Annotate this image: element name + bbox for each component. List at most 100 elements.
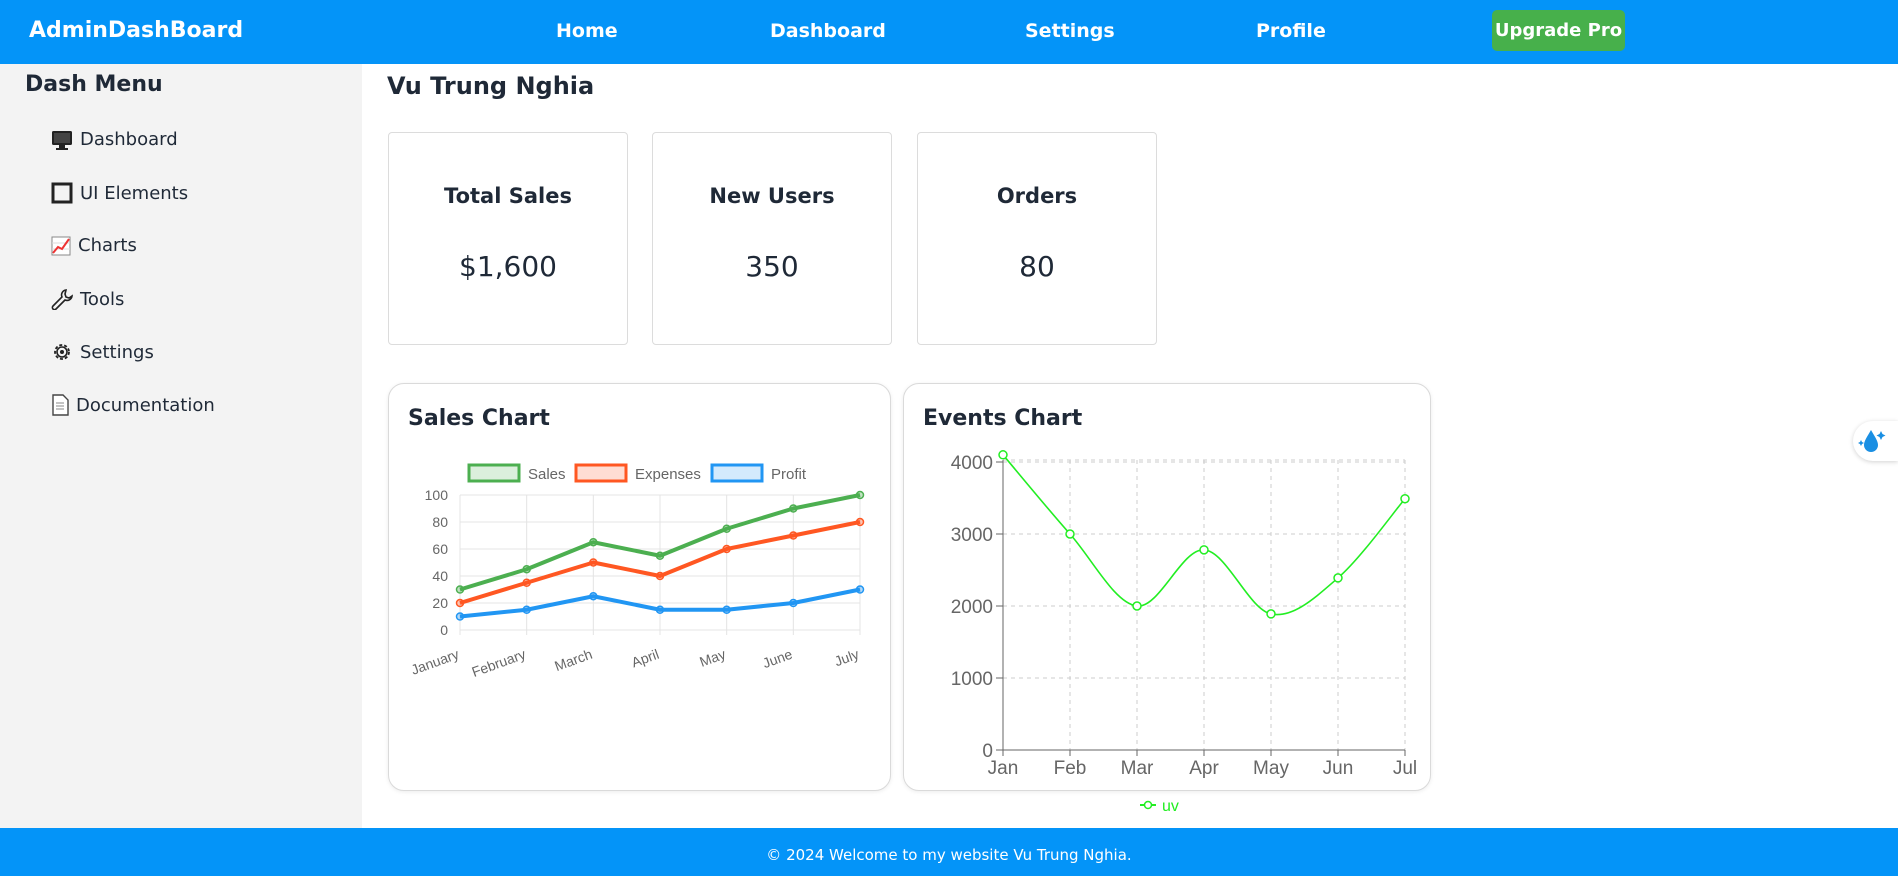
brand-logo[interactable]: AdminDashBoard (29, 18, 243, 43)
y-tick-label: 4000 (951, 453, 993, 474)
data-point (998, 450, 1008, 460)
chart-icon (51, 236, 71, 256)
sidebar-title: Dash Menu (25, 72, 163, 97)
x-tick-label: February (470, 646, 528, 680)
data-point (522, 605, 531, 614)
sidebar-item-settings[interactable]: Settings (51, 341, 154, 363)
legend-swatch (467, 463, 521, 483)
x-tick-label: May (697, 646, 727, 670)
data-point (722, 524, 731, 533)
nav-settings[interactable]: Settings (1025, 20, 1115, 42)
stat-value: 80 (1019, 250, 1055, 283)
page-title: Vu Trung Nghia (387, 72, 595, 100)
sidebar-item-tools[interactable]: Tools (51, 288, 124, 310)
sidebar-item-ui-elements[interactable]: UI Elements (51, 182, 188, 204)
x-tick-label: Feb (1054, 758, 1087, 779)
x-tick-label: May (1253, 758, 1289, 779)
x-tick-label: March (552, 646, 594, 674)
top-navbar: AdminDashBoard Home Dashboard Settings P… (0, 0, 1898, 64)
y-tick-label: 60 (432, 541, 448, 557)
data-point (722, 605, 731, 614)
nav-home[interactable]: Home (556, 20, 618, 42)
upgrade-pro-button[interactable]: Upgrade Pro (1492, 10, 1625, 51)
sidebar-item-label: Dashboard (80, 129, 178, 150)
gear-icon (51, 341, 73, 363)
stat-title: Total Sales (444, 184, 572, 208)
sidebar-item-documentation[interactable]: Documentation (51, 394, 215, 416)
legend-label: Expenses (635, 466, 701, 483)
nav-dashboard[interactable]: Dashboard (770, 20, 886, 42)
data-point (1400, 493, 1410, 504)
square-icon (51, 182, 73, 204)
data-point (522, 578, 531, 587)
y-tick-label: 20 (432, 595, 448, 611)
data-point (789, 598, 798, 608)
stat-title: New Users (709, 184, 835, 208)
x-tick-label: July (832, 646, 861, 670)
sales-chart-card: Sales Chart 0 20 40 60 80 100 January February M… (388, 383, 891, 791)
data-point (455, 598, 465, 608)
y-tick-label: 100 (425, 487, 449, 503)
y-tick-label: 80 (432, 514, 448, 530)
data-point (589, 538, 598, 547)
x-tick-label: June (760, 646, 794, 671)
sidebar-item-label: Tools (80, 288, 125, 310)
data-point (1333, 573, 1343, 583)
data-point (789, 531, 798, 540)
data-point (655, 551, 665, 560)
data-point (589, 558, 598, 567)
x-tick-label: Mar (1121, 758, 1154, 779)
x-tick-label: April (629, 646, 661, 671)
data-point (589, 592, 598, 601)
document-icon (51, 394, 69, 416)
data-point (1065, 529, 1075, 539)
sidebar-item-dashboard[interactable]: Dashboard (51, 129, 178, 150)
stat-card-new-users: New Users 350 (652, 132, 892, 345)
y-tick-label: 40 (432, 568, 448, 584)
data-point (1266, 609, 1276, 619)
sidebar-item-label: Documentation (76, 394, 215, 416)
data-point (1132, 601, 1142, 611)
legend-label: uv (1162, 798, 1179, 815)
stat-value: $1,600 (459, 250, 557, 283)
y-tick-label: 3000 (951, 525, 993, 546)
data-point (455, 585, 465, 594)
data-point (855, 490, 865, 500)
data-point (655, 571, 665, 581)
sidebar-item-charts[interactable]: Charts (51, 235, 137, 256)
y-tick-label: 1000 (951, 669, 993, 690)
sidebar-item-label: UI Elements (80, 182, 189, 204)
data-point (855, 585, 865, 594)
sidebar-item-label: Settings (80, 341, 154, 363)
floating-widget-button[interactable] (1853, 421, 1898, 461)
sidebar-item-label: Charts (78, 235, 137, 256)
footer-text: © 2024 Welcome to my website Vu Trung Ng… (766, 846, 1132, 864)
droplet-sparkle-icon (1853, 430, 1898, 465)
x-tick-label: Jan (988, 758, 1019, 779)
legend-label: Profit (771, 466, 807, 483)
monitor-icon (51, 130, 73, 150)
data-point (522, 565, 531, 574)
legend-swatch (574, 463, 628, 483)
stat-card-orders: Orders 80 (917, 132, 1157, 345)
y-tick-label: 0 (440, 622, 448, 638)
stat-title: Orders (996, 184, 1078, 208)
data-point (855, 517, 865, 527)
legend-marker (1143, 800, 1153, 810)
x-tick-label: Jun (1323, 758, 1354, 779)
legend-swatch (710, 463, 764, 483)
data-point (1199, 545, 1209, 555)
sidebar: Dash Menu Dashboard UI Elements Charts T… (0, 64, 362, 828)
stat-card-total-sales: Total Sales $1,600 (388, 132, 628, 345)
nav-profile[interactable]: Profile (1256, 20, 1326, 42)
legend-label: Sales (528, 466, 566, 483)
x-tick-label: Apr (1189, 758, 1219, 779)
stat-value: 350 (745, 250, 799, 283)
sales-chart: 0 20 40 60 80 100 January February March April May… (409, 463, 865, 680)
x-tick-label: Jul (1393, 758, 1417, 779)
data-point (722, 544, 731, 554)
data-point (655, 605, 665, 614)
wrench-icon (51, 288, 73, 310)
data-point (455, 612, 465, 621)
x-tick-label: January (409, 646, 461, 678)
